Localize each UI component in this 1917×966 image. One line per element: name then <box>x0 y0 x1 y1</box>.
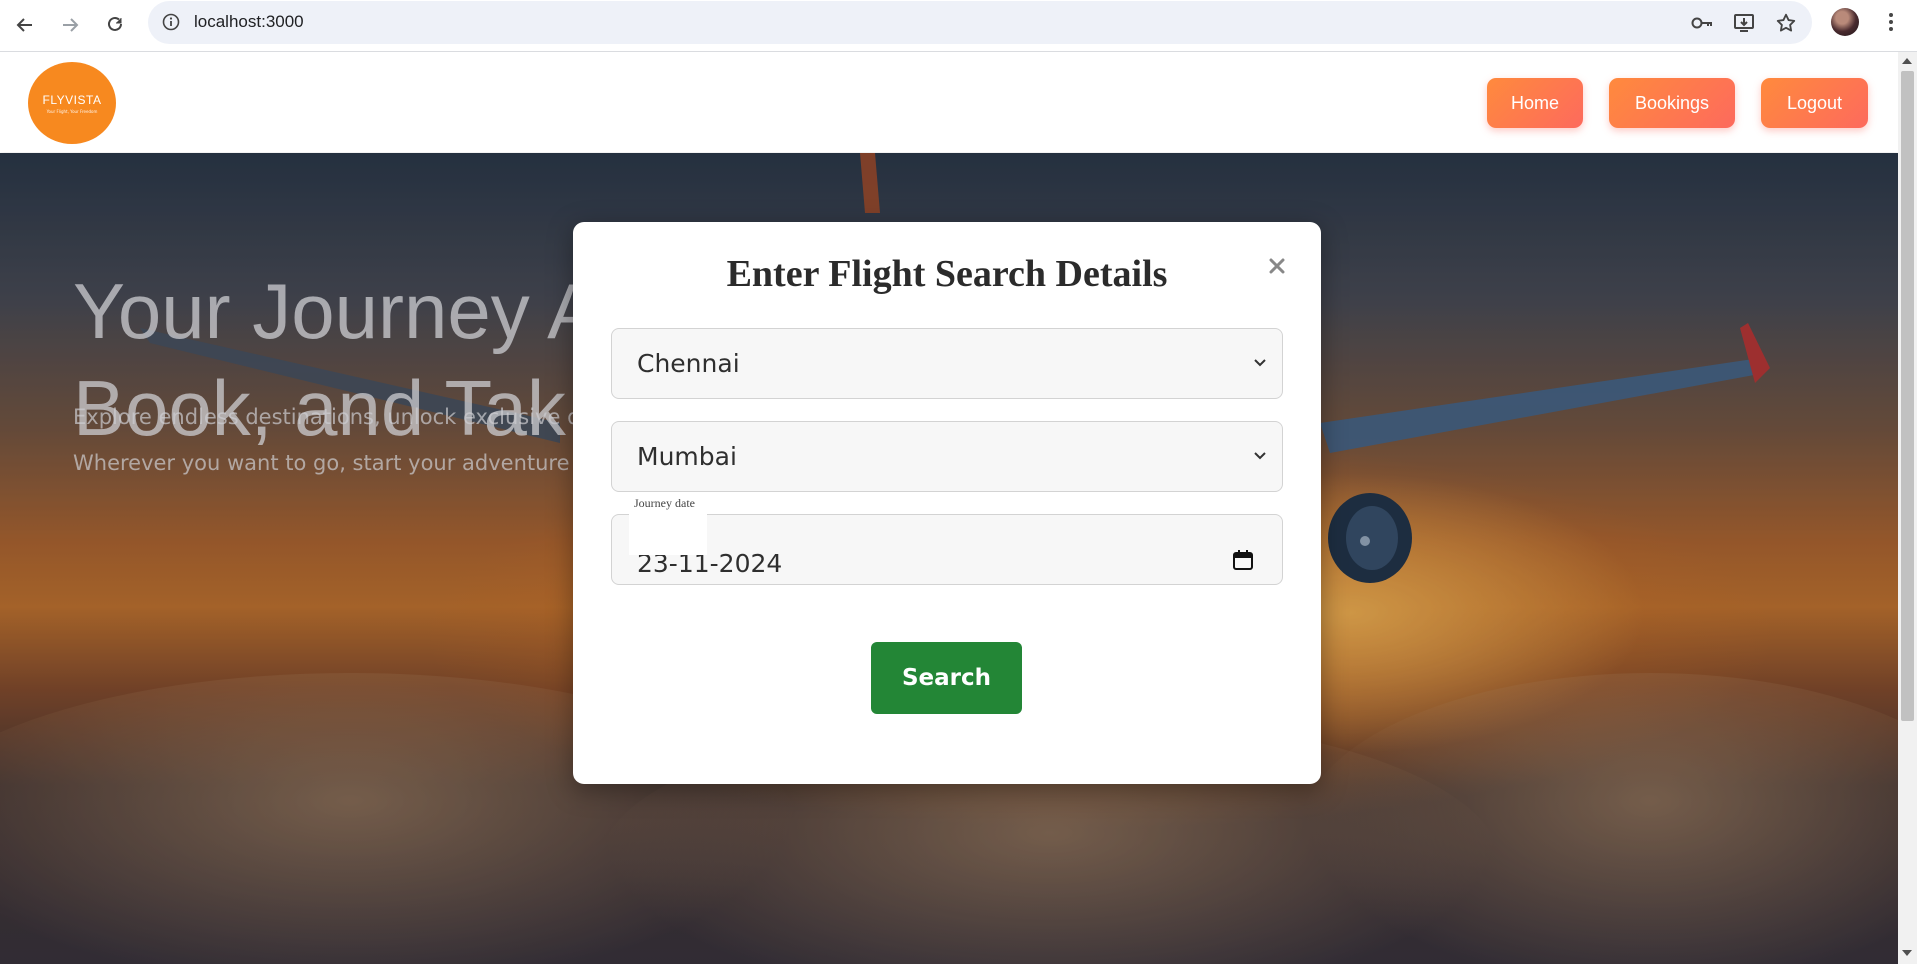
from-city-select[interactable]: Chennai <box>611 328 1283 399</box>
scroll-down-icon[interactable] <box>1902 950 1912 956</box>
page: FLYVISTA Your Flight, Your Freedom Home … <box>0 52 1898 964</box>
page-scrollbar[interactable] <box>1898 52 1917 964</box>
install-app-icon[interactable] <box>1731 10 1757 36</box>
browser-toolbar: localhost:3000 <box>0 0 1917 52</box>
from-city-value: Chennai <box>637 349 740 378</box>
menu-icon[interactable] <box>1879 8 1903 36</box>
forward-icon[interactable] <box>55 10 85 40</box>
to-city-select[interactable]: Mumbai <box>611 421 1283 492</box>
reload-icon[interactable] <box>100 10 130 40</box>
url-text[interactable]: localhost:3000 <box>194 12 304 32</box>
modal-title: Enter Flight Search Details <box>726 253 1168 295</box>
calendar-icon[interactable] <box>1232 549 1254 571</box>
address-bar[interactable]: localhost:3000 <box>148 1 1812 44</box>
scroll-up-icon[interactable] <box>1902 58 1912 64</box>
bookmark-star-icon[interactable] <box>1773 10 1799 36</box>
profile-avatar[interactable] <box>1831 8 1859 36</box>
scrollbar-thumb[interactable] <box>1901 71 1914 721</box>
password-key-icon[interactable] <box>1689 10 1715 36</box>
to-city-value: Mumbai <box>637 442 737 471</box>
search-button[interactable]: Search <box>871 642 1022 714</box>
date-label-backdrop <box>629 509 707 555</box>
site-info-icon[interactable] <box>160 11 182 33</box>
journey-date-input[interactable]: 23-11-2024 <box>611 514 1283 585</box>
chevron-down-icon <box>1254 359 1266 367</box>
journey-date-label: Journey date <box>634 496 695 510</box>
flight-search-modal: Enter Flight Search Details Chennai Mumb… <box>573 222 1321 784</box>
chevron-down-icon <box>1254 452 1266 460</box>
modal-overlay: Enter Flight Search Details Chennai Mumb… <box>0 52 1898 964</box>
back-icon[interactable] <box>10 10 40 40</box>
close-icon[interactable] <box>1265 254 1289 278</box>
